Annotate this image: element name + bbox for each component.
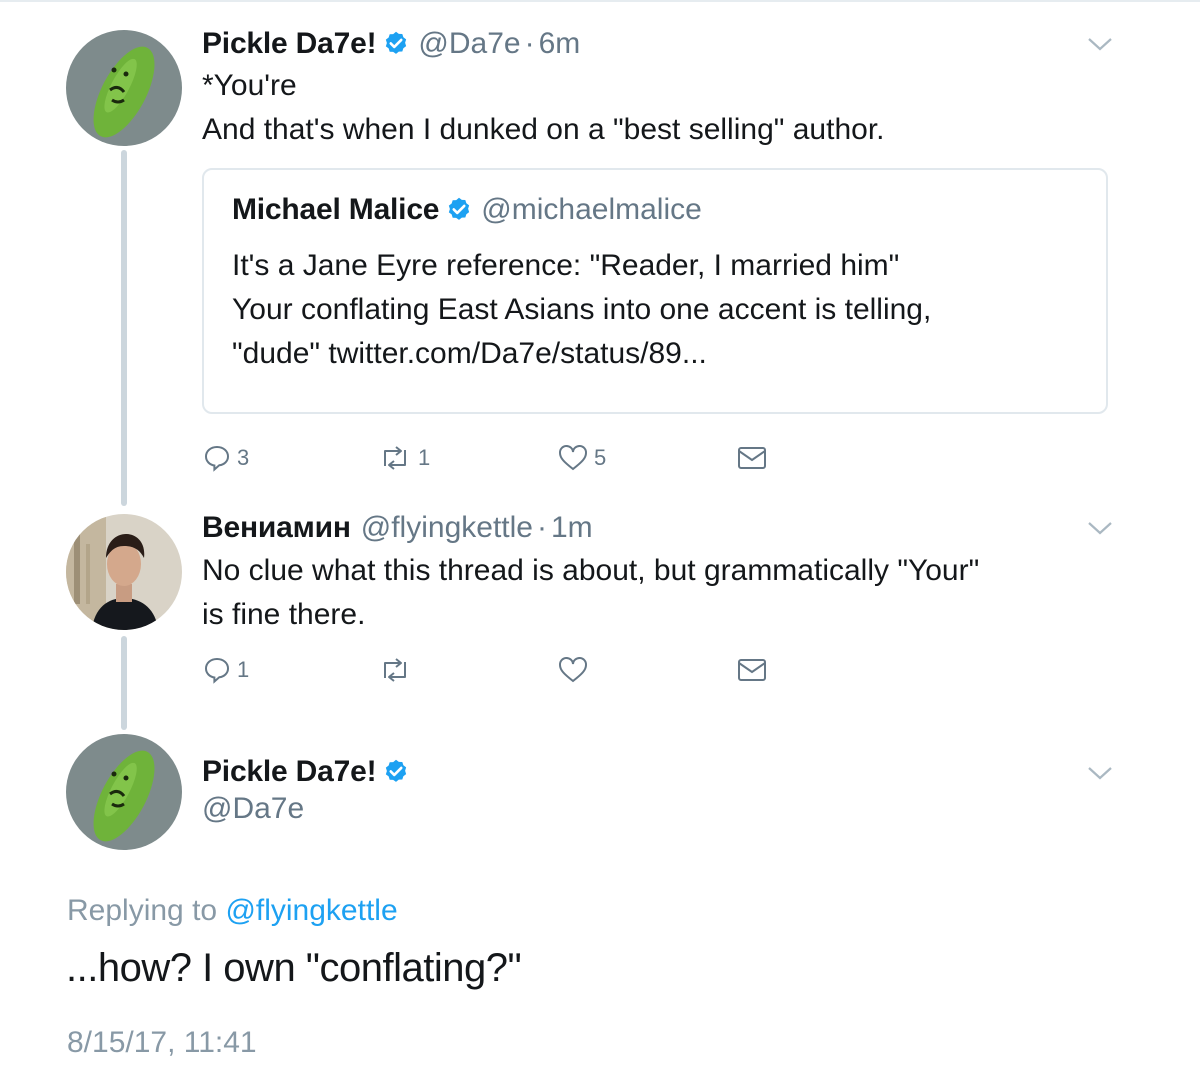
tweet-text-line: *You're	[202, 69, 297, 102]
chevron-down-icon[interactable]	[1087, 520, 1113, 536]
retweet-button[interactable]: 1	[378, 444, 430, 472]
avatar[interactable]	[66, 734, 182, 850]
quoted-display-name: Michael Malice	[232, 193, 440, 226]
tweet-text-line: And that's when I dunked on a "best sell…	[202, 113, 885, 146]
display-name[interactable]: Вениамин	[202, 511, 351, 545]
user-handle[interactable]: @Da7e	[418, 27, 520, 61]
reply-count: 3	[237, 445, 250, 470]
avatar[interactable]	[66, 514, 182, 630]
chevron-down-icon[interactable]	[1087, 765, 1113, 781]
retweet-count: 1	[418, 445, 431, 470]
tweet-text-line: is fine there.	[202, 598, 366, 631]
tweet-time[interactable]: 1m	[551, 511, 593, 545]
retweet-icon	[384, 446, 406, 470]
like-button[interactable]: 5	[558, 444, 606, 472]
top-divider	[0, 0, 1200, 2]
pickle-avatar-icon	[66, 734, 182, 850]
reply-button[interactable]: 3	[203, 444, 249, 472]
focused-tweet-text: ...how? I own "conflating?"	[66, 946, 522, 990]
retweet-button[interactable]	[378, 656, 418, 684]
replying-to-link[interactable]: @flyingkettle	[225, 894, 397, 927]
thread-line	[121, 636, 127, 730]
direct-message-button[interactable]	[737, 444, 767, 472]
tweet-text-line: No clue what this thread is about, but g…	[202, 554, 980, 587]
replying-to: Replying to @flyingkettle	[67, 894, 398, 928]
verified-badge-icon	[449, 197, 470, 220]
heart-icon	[559, 657, 587, 683]
verified-badge-icon	[386, 759, 407, 782]
heart-icon	[559, 445, 587, 471]
replying-to-label: Replying to	[67, 894, 218, 927]
separator-dot: ·	[524, 27, 535, 60]
reply-icon	[204, 657, 230, 684]
quoted-text-line: It's a Jane Eyre reference: "Reader, I m…	[232, 249, 900, 282]
person-avatar-icon	[66, 514, 182, 630]
avatar[interactable]	[66, 30, 182, 146]
tweet-time[interactable]: 6m	[539, 27, 581, 61]
quoted-text-line: "dude" twitter.com/Da7e/status/89...	[232, 337, 707, 370]
display-name[interactable]: Pickle Da7e!	[202, 27, 377, 61]
pickle-avatar-icon	[66, 30, 182, 146]
tweet-timestamp[interactable]: 8/15/17, 11:41	[67, 1026, 257, 1060]
reply-count: 1	[237, 657, 250, 682]
quoted-text-line: Your conflating East Asians into one acc…	[232, 293, 932, 326]
thread-line	[121, 150, 127, 506]
chevron-down-icon[interactable]	[1087, 36, 1113, 52]
envelope-icon	[738, 659, 766, 681]
display-name[interactable]: Pickle Da7e!	[202, 755, 377, 789]
user-handle[interactable]: @flyingkettle	[361, 511, 533, 545]
retweet-icon	[384, 658, 406, 682]
quoted-user-handle: @michaelmalice	[481, 193, 702, 226]
verified-badge-icon	[386, 31, 407, 54]
envelope-icon	[738, 447, 766, 469]
like-count: 5	[594, 445, 607, 470]
user-handle[interactable]: @Da7e	[202, 792, 304, 826]
like-button[interactable]	[558, 656, 594, 684]
direct-message-button[interactable]	[737, 656, 767, 684]
reply-button[interactable]: 1	[203, 656, 249, 684]
separator-dot: ·	[536, 511, 547, 544]
reply-icon	[204, 445, 230, 472]
